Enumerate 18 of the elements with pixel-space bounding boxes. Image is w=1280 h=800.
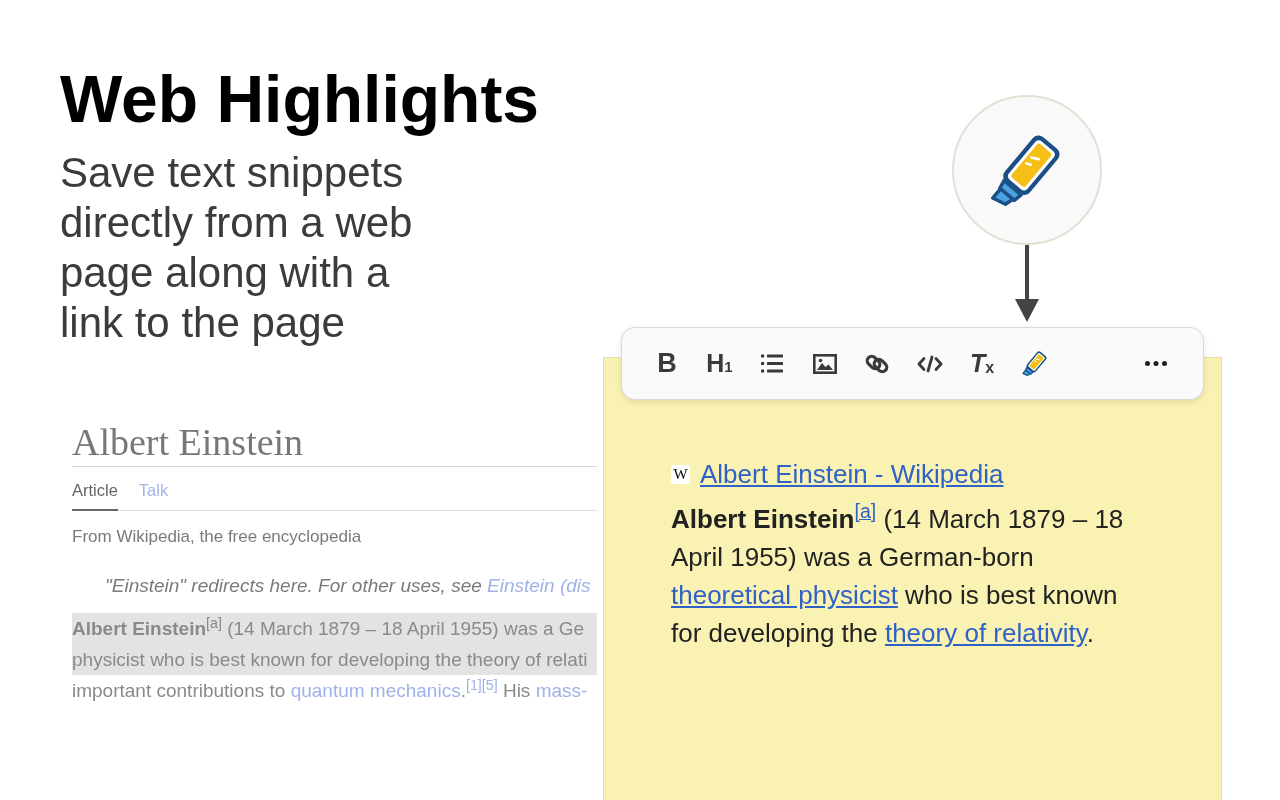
tagline-text: From Wikipedia, the free encyclopedia [72,527,362,546]
list-icon [760,354,784,373]
hatnote-text: "Einstein" redirects here. For other uses, see Einstein (dis [105,575,591,596]
article-title: Albert Einstein [72,423,304,461]
note-link[interactable]: theory of relativity [884,618,1087,648]
bold-button[interactable]: B [649,345,685,382]
article-tab[interactable]: Article [72,467,118,511]
favicon-icon: W [671,464,690,484]
more-icon [1145,361,1167,366]
source-link[interactable]: Albert Einstein - Wikipedia [700,455,1004,493]
citation-link[interactable]: [a] [854,500,877,523]
subtitle: Save text snippets directly from a web page along with a link to the page [60,148,413,348]
paragraph-line: important contributions to quantum mechanics.$^{[1][5]}$ His mass- [72,675,589,703]
note-paragraph: Albert Einstein$^{[a]}$ (14 March 1879 – 18 April 1955) was a German-born theoretical physicist who is best known for developing the theory of relativity. [671,500,1125,650]
image-icon [812,353,837,374]
code-icon [916,354,943,373]
note-link[interactable]: theoretical physicist [671,580,898,610]
highlighter-icon [1021,350,1048,377]
